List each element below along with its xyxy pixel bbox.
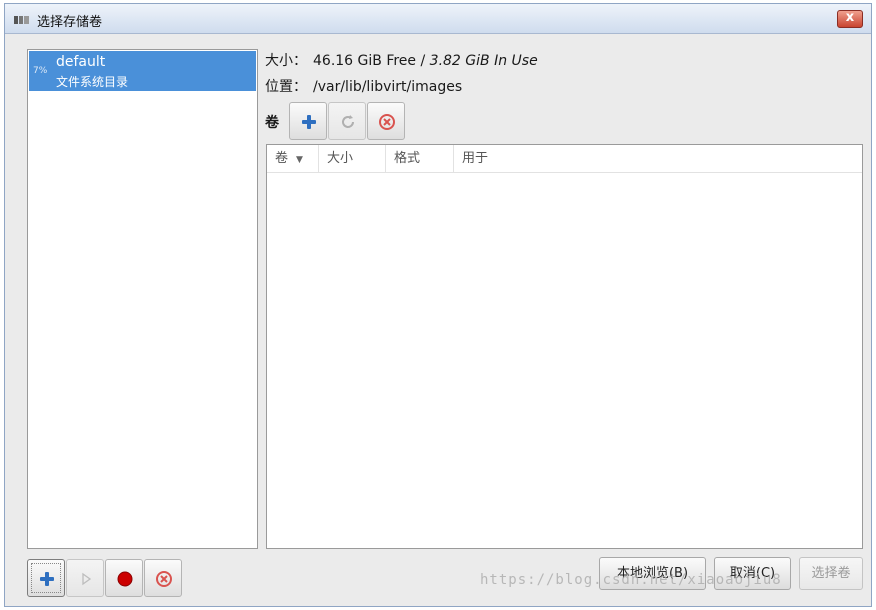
pool-usage-percent: 7% (33, 66, 48, 76)
pool-location-row: 位置： /var/lib/libvirt/images (265, 76, 462, 96)
column-header-format[interactable]: 格式 (386, 145, 454, 173)
column-header-volume[interactable]: 卷 ▼ (267, 145, 319, 173)
title-bar[interactable]: 选择存储卷 x (5, 4, 871, 34)
volumes-label: 卷 (265, 115, 279, 131)
delete-pool-button[interactable] (144, 559, 182, 597)
pool-name: default (56, 54, 106, 70)
column-header-used-by[interactable]: 用于 (454, 145, 862, 173)
volume-table-header: 卷 ▼ 大小 格式 用于 (267, 145, 862, 173)
add-icon (40, 572, 54, 586)
add-volume-button[interactable] (289, 102, 327, 140)
location-value: /var/lib/libvirt/images (313, 79, 463, 95)
close-button[interactable]: x (837, 10, 863, 28)
size-in-use: 3.82 GiB In Use (429, 53, 538, 69)
volume-table[interactable]: 卷 ▼ 大小 格式 用于 (266, 144, 863, 549)
size-label: 大小： (265, 53, 307, 69)
sort-descending-icon: ▼ (296, 155, 303, 165)
window-title: 选择存储卷 (37, 15, 103, 30)
pool-item-default[interactable]: 7% default 文件系统目录 (29, 51, 256, 91)
play-icon (82, 572, 92, 586)
choose-volume-button[interactable]: 选择卷 (799, 557, 863, 590)
size-free: 46.16 GiB Free / (313, 53, 430, 69)
watermark: https://blog.csdn.net/xiaoaojiu8 (480, 572, 782, 588)
column-header-size[interactable]: 大小 (319, 145, 386, 173)
pool-type: 文件系统目录 (56, 75, 129, 89)
add-icon (302, 115, 316, 129)
location-label: 位置： (265, 79, 307, 95)
refresh-icon (342, 115, 354, 128)
delete-volume-button[interactable] (367, 102, 405, 140)
close-icon: x (845, 10, 855, 25)
stop-icon (117, 571, 133, 587)
pool-size-row: 大小： 46.16 GiB Free / 3.82 GiB In Use (265, 50, 538, 70)
select-storage-volume-dialog: 选择存储卷 x 7% default 文件系统目录 大小： 46.16 GiB F… (4, 3, 872, 607)
storage-pool-list[interactable]: 7% default 文件系统目录 (27, 49, 258, 549)
add-pool-button[interactable] (27, 559, 65, 597)
virt-manager-icon (14, 14, 30, 24)
delete-icon (379, 114, 395, 130)
start-pool-button[interactable] (66, 559, 104, 597)
stop-pool-button[interactable] (105, 559, 143, 597)
refresh-volumes-button[interactable] (328, 102, 366, 140)
delete-icon (156, 571, 172, 587)
